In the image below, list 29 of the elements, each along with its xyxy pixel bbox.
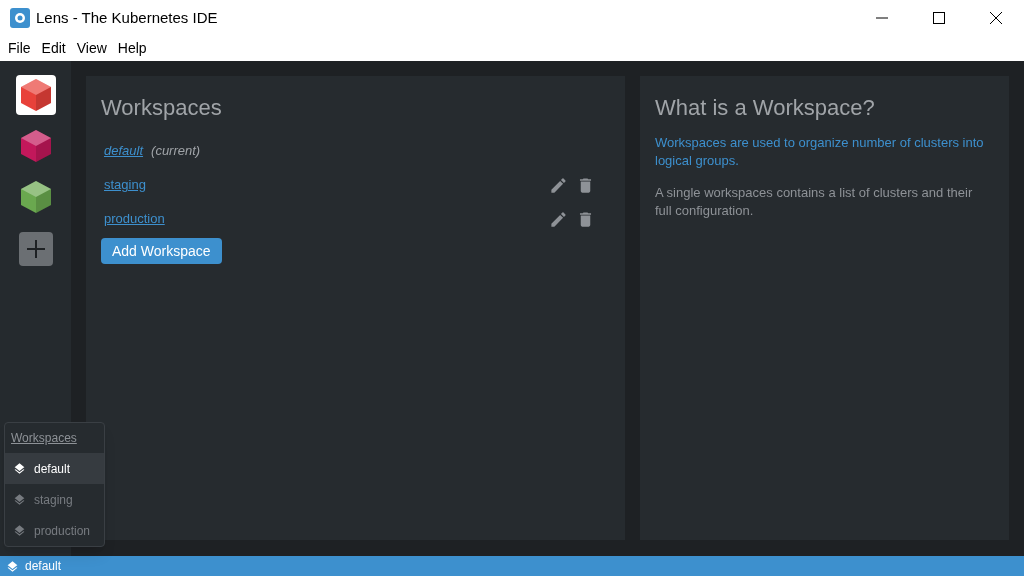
panel-title: What is a Workspace? [655,94,876,122]
workspace-link[interactable]: production [104,209,165,229]
current-label: (current) [151,142,201,161]
layers-icon [13,462,26,475]
menu-item[interactable]: Edit [37,38,70,59]
menu-item[interactable]: View [72,38,111,59]
menu-title: Workspaces [10,430,78,447]
description-text: A single workspaces contains a list of clusters and their full configuration. [655,184,974,220]
workspace-menu-item[interactable]: production [5,515,104,546]
close-icon [989,12,1002,24]
layers-icon [6,559,19,573]
menu-item[interactable]: File [4,38,35,59]
add-workspace-button[interactable]: Add Workspace [101,238,222,264]
workspace-menu-item[interactable]: default [5,453,104,484]
app-logo-icon [10,8,30,28]
layers-icon [13,493,26,506]
layers-icon [13,524,26,537]
add-cluster-button[interactable] [18,232,53,266]
highlight-text: Workspaces are used to organize number of clusters into logical groups. [655,134,985,170]
workspace-link[interactable]: staging [104,175,146,195]
workspace-menu-item[interactable]: staging [5,484,104,515]
window-title: Lens - The Kubernetes IDE [36,7,218,28]
plus-icon [25,239,46,259]
workspace-link[interactable]: default [104,141,144,161]
panel-title: Workspaces [101,94,223,122]
maximize-icon [932,12,945,24]
status-workspace[interactable]: default [25,557,62,575]
cluster-icon-button[interactable] [15,75,56,115]
menu-item[interactable]: Help [113,38,151,59]
